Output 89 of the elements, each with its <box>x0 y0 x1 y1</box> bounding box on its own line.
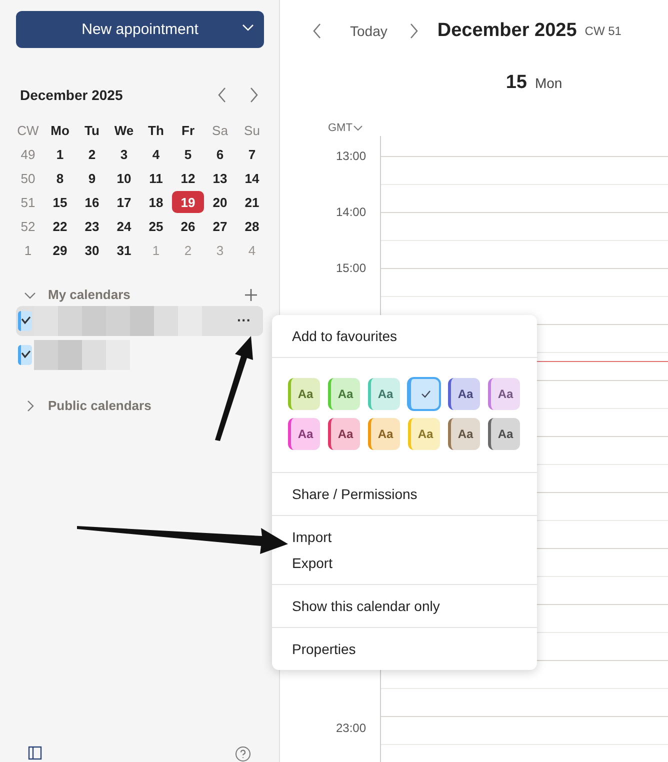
menu-item[interactable]: Import <box>272 524 537 550</box>
calendar-day[interactable]: 2 <box>76 143 108 165</box>
weekday-header: Mo <box>50 122 70 140</box>
time-label: 15:00 <box>336 260 366 276</box>
time-label: 23:00 <box>336 720 366 736</box>
week-number: 49 <box>20 146 36 164</box>
weekday-header: Sa <box>211 122 229 140</box>
color-swatch[interactable]: Aa <box>408 418 440 450</box>
menu-item[interactable]: Show this calendar only <box>272 593 537 619</box>
time-label: 13:00 <box>336 148 366 164</box>
calendar-day[interactable]: 24 <box>108 215 140 237</box>
week-number: 50 <box>20 170 36 188</box>
menu-item[interactable]: Share / Permissions <box>272 481 537 507</box>
calendar-day[interactable]: 4 <box>140 143 172 165</box>
color-swatch[interactable]: Aa <box>488 378 520 410</box>
check-icon <box>420 390 430 398</box>
calendar-day[interactable]: 7 <box>236 143 268 165</box>
section-title[interactable]: Public calendars <box>48 398 263 413</box>
color-swatch[interactable] <box>408 378 440 410</box>
day-number: 15 <box>506 72 527 94</box>
color-swatch[interactable]: Aa <box>368 418 400 450</box>
timezone-label[interactable]: GMT <box>328 122 352 134</box>
checkbox[interactable] <box>18 311 32 331</box>
weekday-header: Th <box>147 122 165 140</box>
calendar-row[interactable]: ··· <box>16 306 263 336</box>
calendar-day[interactable]: 3 <box>108 143 140 165</box>
color-swatch[interactable]: Aa <box>288 378 320 410</box>
calendar-day[interactable]: 25 <box>140 215 172 237</box>
color-swatch[interactable]: Aa <box>488 418 520 450</box>
calendar-day[interactable]: 9 <box>76 167 108 189</box>
calendar-day[interactable]: 15 <box>44 191 76 213</box>
month-title: December 2025 <box>20 87 124 103</box>
calendar-day[interactable]: 5 <box>172 143 204 165</box>
calendar-day[interactable]: 11 <box>140 167 172 189</box>
weekday-header: CW <box>16 122 40 140</box>
help-icon[interactable] <box>235 746 251 762</box>
calendar-day[interactable]: 19 <box>172 191 204 213</box>
calendar-day[interactable]: 10 <box>108 167 140 189</box>
next-week-icon[interactable] <box>409 23 420 39</box>
calendar-day[interactable]: 23 <box>76 215 108 237</box>
sidebar-toggle-icon[interactable] <box>28 746 42 760</box>
menu-item[interactable]: Export <box>272 550 537 576</box>
previous-month-icon[interactable] <box>217 87 227 103</box>
weekday-header: Su <box>243 122 261 140</box>
calendar-day[interactable]: 16 <box>76 191 108 213</box>
weekday-header: Fr <box>180 122 196 140</box>
calendar-day[interactable]: 31 <box>108 239 140 261</box>
week-number: 1 <box>23 242 33 260</box>
color-swatch[interactable]: Aa <box>288 418 320 450</box>
next-month-icon[interactable] <box>249 87 259 103</box>
section-title[interactable]: My calendars <box>48 287 233 302</box>
calendar-day[interactable]: 13 <box>204 167 236 189</box>
new-appointment-button[interactable]: New appointment <box>16 11 264 48</box>
checkbox[interactable] <box>18 345 32 365</box>
menu-item[interactable]: Add to favourites <box>272 323 537 349</box>
calendar-day[interactable]: 22 <box>44 215 76 237</box>
menu-item[interactable]: Properties <box>272 636 537 662</box>
color-swatch[interactable]: Aa <box>448 418 480 450</box>
color-swatch[interactable]: Aa <box>328 418 360 450</box>
week-number: 52 <box>20 218 36 236</box>
time-label: 14:00 <box>336 204 366 220</box>
calendar-day[interactable]: 12 <box>172 167 204 189</box>
week-label: CW 51 <box>584 24 622 38</box>
calendar-day[interactable]: 26 <box>172 215 204 237</box>
weekday-header: We <box>113 122 135 140</box>
calendar-day[interactable]: 28 <box>236 215 268 237</box>
calendar-day[interactable]: 18 <box>140 191 172 213</box>
color-swatch[interactable]: Aa <box>328 378 360 410</box>
calendar-day[interactable]: 29 <box>44 239 76 261</box>
chevron-icon[interactable] <box>353 125 364 131</box>
today-button[interactable]: Today <box>350 23 388 39</box>
date-title: December 2025 <box>437 20 577 42</box>
color-swatch[interactable]: Aa <box>368 378 400 410</box>
calendar-day[interactable]: 27 <box>204 215 236 237</box>
weekday-label: Mon <box>534 75 562 91</box>
previous-week-icon[interactable] <box>312 23 322 39</box>
calendar-day[interactable]: 1 <box>44 143 76 165</box>
weekday-header: Tu <box>84 122 100 140</box>
calendar-day[interactable]: 14 <box>236 167 268 189</box>
color-swatch[interactable]: Aa <box>448 378 480 410</box>
more-button[interactable]: ··· <box>237 312 251 328</box>
week-number: 51 <box>20 194 36 212</box>
calendar-day[interactable]: 8 <box>44 167 76 189</box>
calendar-day[interactable]: 21 <box>236 191 268 213</box>
calendar-day[interactable]: 6 <box>204 143 236 165</box>
calendar-day[interactable]: 30 <box>76 239 108 261</box>
calendar-day[interactable]: 20 <box>204 191 236 213</box>
calendar-day[interactable]: 17 <box>108 191 140 213</box>
add-icon[interactable] <box>245 288 257 300</box>
